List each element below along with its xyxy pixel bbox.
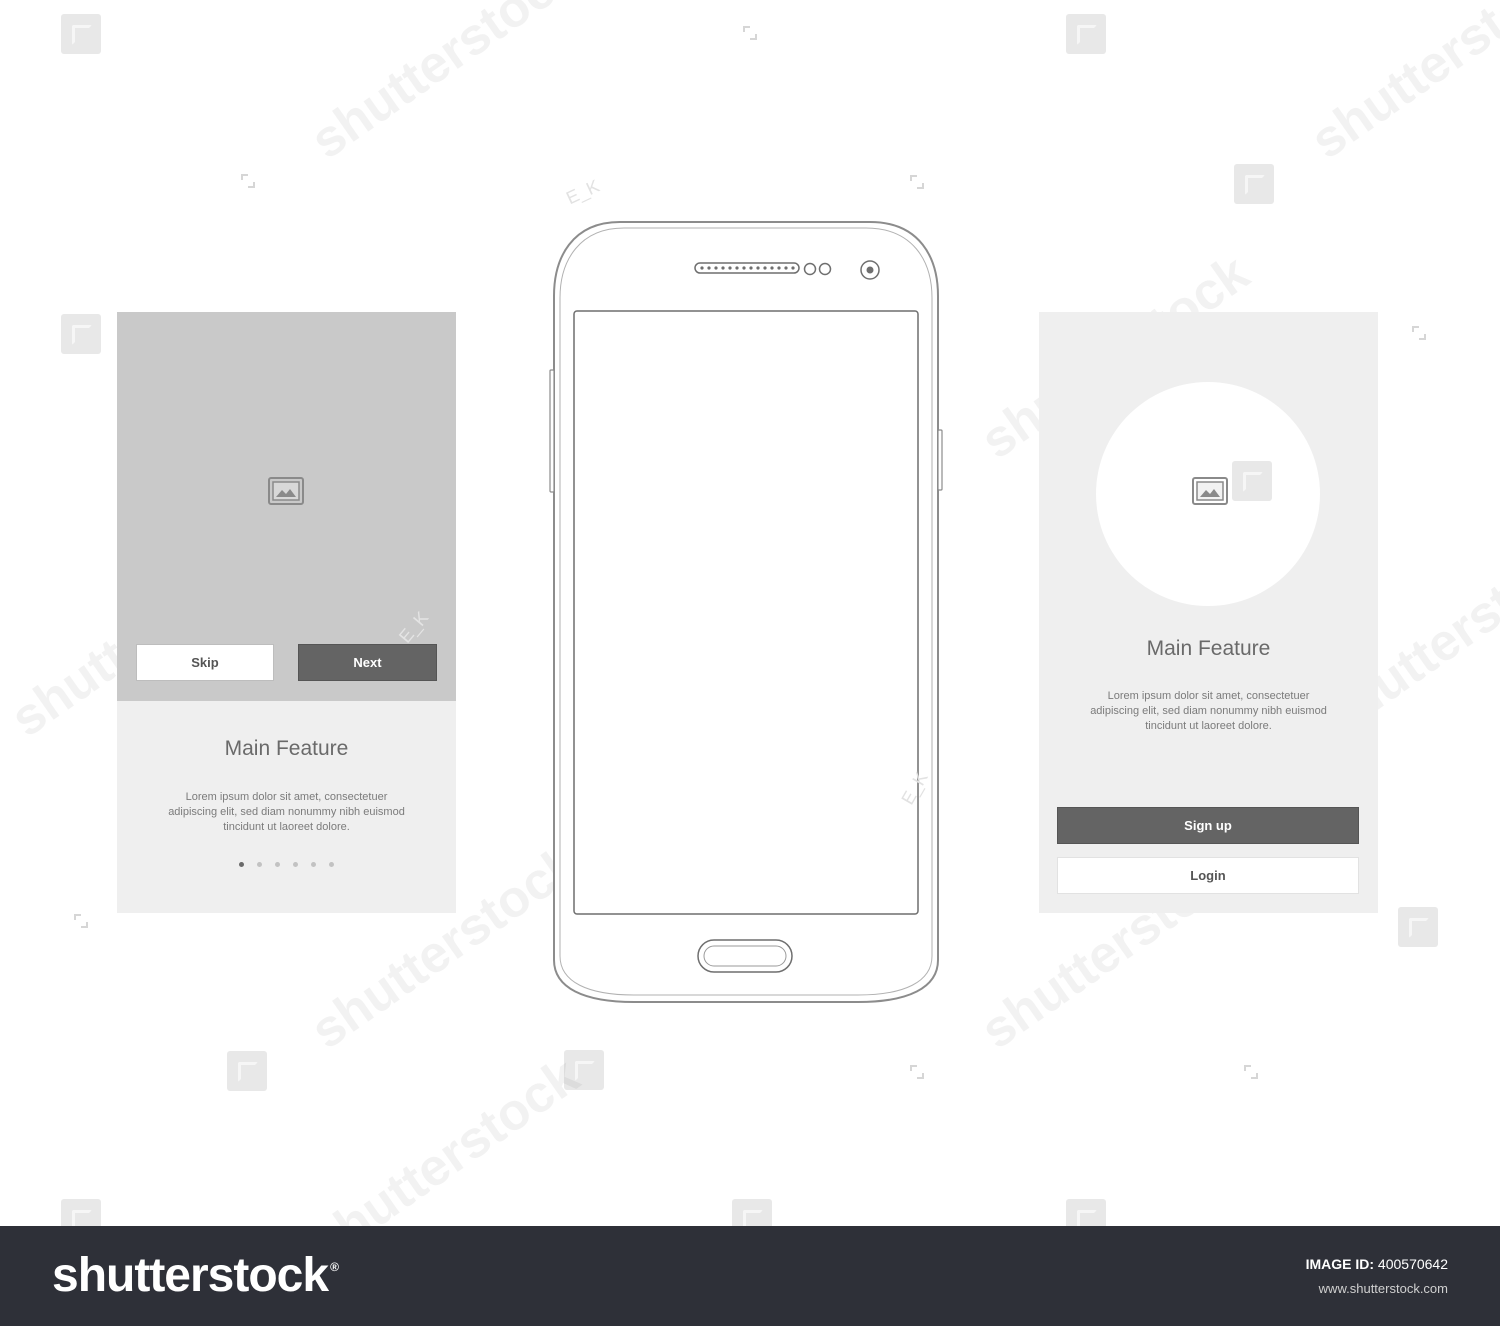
watermark-initials: E_K xyxy=(563,175,603,209)
registered-mark: ® xyxy=(330,1260,339,1274)
brand-logo[interactable]: shutterstock ® xyxy=(52,1248,339,1303)
page-dot[interactable] xyxy=(293,862,298,867)
page-dot-active[interactable] xyxy=(239,862,244,867)
image-placeholder-icon xyxy=(268,477,304,505)
image-id: IMAGE ID: 400570642 xyxy=(1306,1256,1448,1272)
feature-description: Lorem ipsum dolor sit amet, consectetuer… xyxy=(1049,689,1368,734)
description-line: adipiscing elit, sed diam nonummy nibh e… xyxy=(1090,705,1327,717)
image-id-label: IMAGE ID: xyxy=(1305,1256,1375,1272)
watermark-glyph-icon xyxy=(743,26,757,40)
watermark-logo-icon xyxy=(61,14,101,54)
page-dot[interactable] xyxy=(311,862,316,867)
feature-title: Main Feature xyxy=(224,737,349,760)
description-line: adipiscing elit, sed diam nonummy nibh e… xyxy=(168,806,405,818)
page-indicator xyxy=(117,862,456,867)
watermark-initials: E_K xyxy=(395,607,433,647)
feature-image-circle xyxy=(1096,382,1320,606)
watermark-logo-icon xyxy=(1066,14,1106,54)
watermark-text: shutterstock xyxy=(1300,0,1500,171)
watermark-glyph-icon xyxy=(1244,1065,1258,1079)
watermark-glyph-icon xyxy=(1412,326,1426,340)
description-line: tincidunt ut laoreet dolore. xyxy=(223,821,350,833)
watermark-logo-icon xyxy=(1234,164,1274,204)
site-url[interactable]: www.shutterstock.com xyxy=(1319,1281,1448,1296)
login-button[interactable]: Login xyxy=(1057,857,1359,894)
description-line: tincidunt ut laoreet dolore. xyxy=(1145,720,1272,732)
next-button[interactable]: Next xyxy=(298,644,437,681)
page-dot[interactable] xyxy=(257,862,262,867)
watermark-logo-icon xyxy=(1232,461,1272,501)
canvas: shutterstock shutterstock shutterstock s… xyxy=(0,0,1500,1273)
page-dot[interactable] xyxy=(329,862,334,867)
onboarding-screen: E_K Skip Next Main Feature Lorem ipsum d… xyxy=(117,312,456,913)
description-line: Lorem ipsum dolor sit amet, consectetuer xyxy=(1107,690,1310,702)
watermark-glyph-icon xyxy=(74,914,88,928)
hero-image-area: E_K Skip Next xyxy=(117,312,456,701)
smartphone-outline-icon xyxy=(549,221,943,1003)
image-id-value: 400570642 xyxy=(1377,1256,1448,1272)
watermark-glyph-icon xyxy=(910,175,924,189)
watermark-logo-icon xyxy=(1398,907,1438,947)
description-line: Lorem ipsum dolor sit amet, consectetuer xyxy=(185,791,388,803)
login-screen: Main Feature Lorem ipsum dolor sit amet,… xyxy=(1039,312,1378,913)
sign-up-button[interactable]: Sign up xyxy=(1057,807,1359,844)
watermark-glyph-icon xyxy=(241,174,255,188)
brand-name: shutterstock xyxy=(52,1249,329,1302)
feature-title: Main Feature xyxy=(1146,637,1271,660)
watermark-glyph-icon xyxy=(910,1065,924,1079)
watermark-text: shutterstock xyxy=(300,0,590,171)
skip-button[interactable]: Skip xyxy=(136,644,274,681)
page-dot[interactable] xyxy=(275,862,280,867)
watermark-logo-icon xyxy=(61,314,101,354)
watermark-logo-icon xyxy=(227,1051,267,1091)
footer-bar: shutterstock ® IMAGE ID: 400570642 www.sh… xyxy=(0,1226,1500,1326)
feature-description: Lorem ipsum dolor sit amet, consectetuer… xyxy=(127,790,446,835)
image-placeholder-icon xyxy=(1192,477,1228,505)
